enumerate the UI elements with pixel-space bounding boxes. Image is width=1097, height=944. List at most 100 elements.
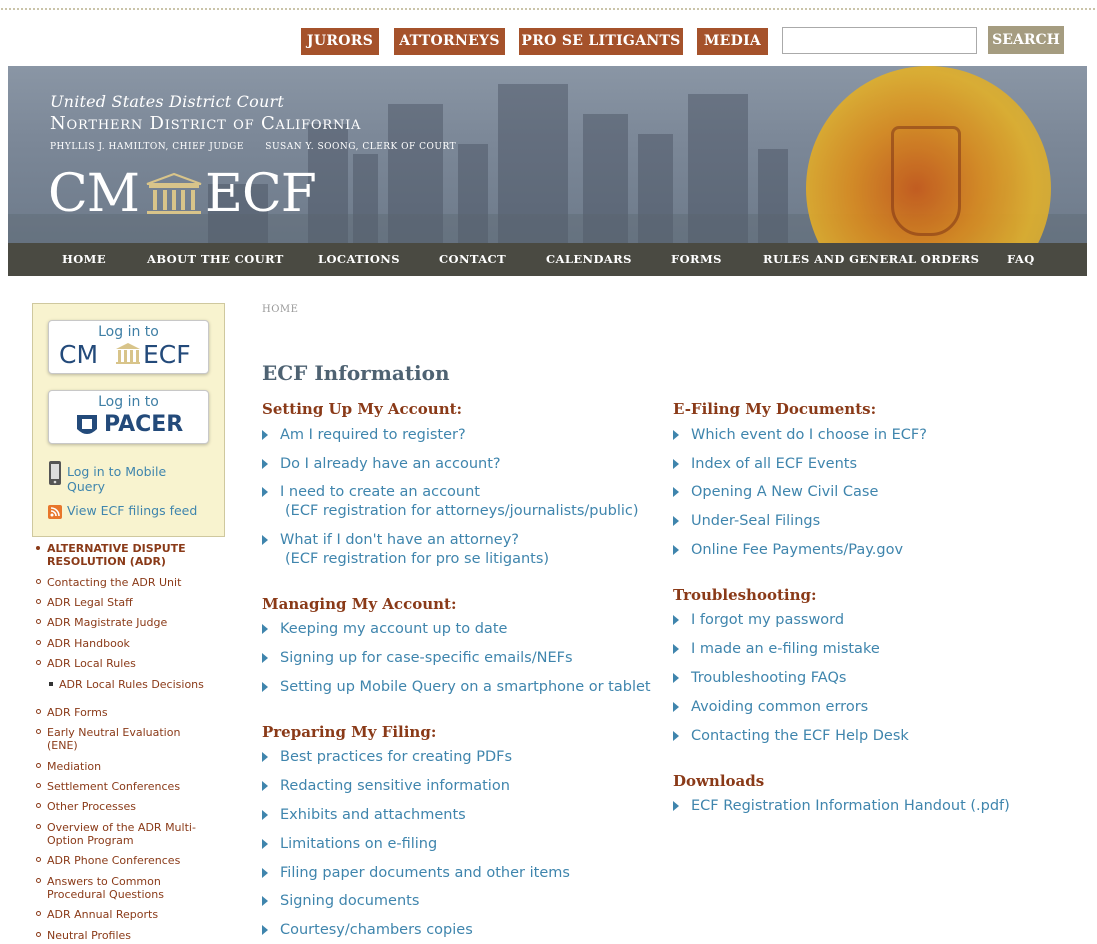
nav-about-the-court[interactable]: ABOUT THE COURT bbox=[147, 243, 284, 276]
sidebar-item-settlement-conferences[interactable]: Settlement Conferences bbox=[47, 780, 180, 794]
sidebar-item-other-processes[interactable]: Other Processes bbox=[47, 800, 136, 814]
media-button[interactable]: MEDIA bbox=[697, 28, 768, 55]
nav-faq[interactable]: FAQ bbox=[1007, 243, 1035, 276]
link-limitations[interactable]: Limitations on e-filing bbox=[262, 835, 437, 854]
link-already-have-account[interactable]: Do I already have an account? bbox=[262, 455, 501, 474]
court-seal-image: UNITED STATES DISTRICT COURT · NORTHERN … bbox=[806, 66, 1051, 244]
link-signing-up-emails[interactable]: Signing up for case-specific emails/NEFs bbox=[262, 649, 573, 668]
bullet-icon bbox=[36, 932, 41, 937]
link-opening-civil-case[interactable]: Opening A New Civil Case bbox=[673, 483, 878, 502]
sidebar-item-ene-cont[interactable]: (ENE) bbox=[47, 739, 78, 753]
link-keeping-account[interactable]: Keeping my account up to date bbox=[262, 620, 507, 639]
pro-se-litigants-button[interactable]: PRO SE LITIGANTS bbox=[519, 28, 683, 55]
sidebar-item-adr-local-rules[interactable]: ADR Local Rules bbox=[47, 657, 136, 671]
link-efiling-mistake[interactable]: I made an e-filing mistake bbox=[673, 640, 880, 659]
bullet-icon bbox=[36, 857, 41, 862]
sidebar-item-answers-cont[interactable]: Procedural Questions bbox=[47, 888, 164, 902]
triangle-bullet-icon bbox=[262, 810, 268, 820]
triangle-bullet-icon bbox=[262, 487, 268, 497]
link-forgot-password[interactable]: I forgot my password bbox=[673, 611, 844, 630]
nav-locations[interactable]: LOCATIONS bbox=[318, 243, 400, 276]
cmecf-login-button[interactable]: Log in to CM ECF bbox=[48, 320, 209, 374]
triangle-bullet-icon bbox=[673, 644, 679, 654]
pacer-login-label: Log in to bbox=[98, 394, 159, 410]
link-which-event[interactable]: Which event do I choose in ECF? bbox=[673, 426, 927, 445]
court-name: United States District Court bbox=[50, 92, 284, 111]
link-filing-paper[interactable]: Filing paper documents and other items bbox=[262, 864, 570, 883]
cmecf-mini-logo: CM ECF bbox=[59, 340, 191, 369]
mobile-phone-icon bbox=[49, 461, 61, 485]
pacer-logo: PACER bbox=[49, 410, 208, 440]
triangle-bullet-icon bbox=[673, 702, 679, 712]
bullet-icon bbox=[36, 709, 41, 714]
sidebar-item-adr[interactable]: ALTERNATIVE DISPUTE bbox=[47, 542, 186, 556]
triangle-bullet-icon bbox=[262, 925, 268, 935]
nav-forms[interactable]: FORMS bbox=[671, 243, 722, 276]
mobile-query-link[interactable]: Log in to Mobile Query bbox=[67, 464, 166, 494]
pacer-login-button[interactable]: Log in to PACER bbox=[48, 390, 209, 444]
triangle-bullet-icon bbox=[673, 801, 679, 811]
sidebar-item-adr-forms[interactable]: ADR Forms bbox=[47, 706, 108, 720]
search-button[interactable]: SEARCH bbox=[988, 26, 1064, 54]
sidebar-item-adr-handbook[interactable]: ADR Handbook bbox=[47, 637, 130, 651]
sidebar-item-adr-magistrate-judge[interactable]: ADR Magistrate Judge bbox=[47, 616, 167, 630]
link-best-practices-pdfs[interactable]: Best practices for creating PDFs bbox=[262, 748, 512, 767]
sidebar-item-adr-local-rules-decisions[interactable]: ADR Local Rules Decisions bbox=[59, 678, 204, 692]
nav-calendars[interactable]: CALENDARS bbox=[546, 243, 632, 276]
seal-text: UNITED STATES DISTRICT COURT · NORTHERN … bbox=[826, 66, 868, 166]
link-courtesy-copies[interactable]: Courtesy/chambers copies bbox=[262, 921, 473, 940]
triangle-bullet-icon bbox=[262, 624, 268, 634]
section-heading-managing: Managing My Account: bbox=[262, 595, 457, 613]
nav-contact[interactable]: CONTACT bbox=[439, 243, 506, 276]
triangle-bullet-icon bbox=[262, 653, 268, 663]
link-exhibits[interactable]: Exhibits and attachments bbox=[262, 806, 466, 825]
sidebar-item-answers[interactable]: Answers to Common bbox=[47, 875, 161, 889]
triangle-bullet-icon bbox=[673, 459, 679, 469]
section-heading-preparing: Preparing My Filing: bbox=[262, 723, 437, 741]
sidebar-item-mediation[interactable]: Mediation bbox=[47, 760, 101, 774]
nav-home[interactable]: HOME bbox=[62, 243, 106, 276]
bullet-icon bbox=[36, 619, 41, 624]
sidebar-item-adr-legal-staff[interactable]: ADR Legal Staff bbox=[47, 596, 133, 610]
link-under-seal[interactable]: Under-Seal Filings bbox=[673, 512, 820, 531]
section-heading-downloads: Downloads bbox=[673, 772, 765, 790]
link-signing-documents[interactable]: Signing documents bbox=[262, 892, 419, 911]
sidebar-item-adr-overview[interactable]: Overview of the ADR Multi- bbox=[47, 821, 196, 835]
courthouse-icon bbox=[146, 172, 202, 214]
link-index-events[interactable]: Index of all ECF Events bbox=[673, 455, 857, 474]
sidebar-item-contacting-adr-unit[interactable]: Contacting the ADR Unit bbox=[47, 576, 181, 590]
sidebar-item-adr-phone-conferences[interactable]: ADR Phone Conferences bbox=[47, 854, 180, 868]
link-help-desk[interactable]: Contacting the ECF Help Desk bbox=[673, 727, 909, 746]
link-fee-payments[interactable]: Online Fee Payments/Pay.gov bbox=[673, 541, 903, 560]
triangle-bullet-icon bbox=[262, 781, 268, 791]
attorneys-button[interactable]: ATTORNEYS bbox=[394, 28, 505, 55]
bullet-icon bbox=[36, 878, 41, 883]
breadcrumb[interactable]: HOME bbox=[262, 304, 298, 315]
link-redacting[interactable]: Redacting sensitive information bbox=[262, 777, 510, 796]
jurors-button[interactable]: JURORS bbox=[301, 28, 379, 55]
ecf-filings-feed-link[interactable]: View ECF filings feed bbox=[67, 503, 197, 518]
sidebar-item-adr-cont[interactable]: RESOLUTION (ADR) bbox=[47, 555, 166, 569]
bullet-icon bbox=[36, 546, 40, 550]
bullet-icon bbox=[36, 911, 41, 916]
sidebar-item-adr-annual-reports[interactable]: ADR Annual Reports bbox=[47, 908, 158, 922]
login-box: Log in to CM ECF Log in to PACER Log in … bbox=[32, 303, 225, 537]
link-mobile-query-setup[interactable]: Setting up Mobile Query on a smartphone … bbox=[262, 678, 651, 697]
link-no-attorney[interactable]: What if I don't have an attorney? (ECF re… bbox=[262, 531, 549, 569]
link-registration-handout[interactable]: ECF Registration Information Handout (.p… bbox=[673, 797, 1010, 816]
search-input[interactable] bbox=[782, 27, 977, 54]
bullet-icon bbox=[36, 660, 41, 665]
sidebar-item-neutral-profiles[interactable]: Neutral Profiles bbox=[47, 929, 131, 943]
link-required-to-register[interactable]: Am I required to register? bbox=[262, 426, 466, 445]
bullet-icon bbox=[36, 640, 41, 645]
link-create-account[interactable]: I need to create an account (ECF registra… bbox=[262, 483, 639, 521]
main-nav: HOME ABOUT THE COURT LOCATIONS CONTACT C… bbox=[8, 243, 1087, 276]
bullet-icon bbox=[36, 803, 41, 808]
sidebar-item-ene[interactable]: Early Neutral Evaluation bbox=[47, 726, 180, 740]
sidebar-item-adr-overview-cont[interactable]: Option Program bbox=[47, 834, 134, 848]
bullet-icon bbox=[36, 729, 41, 734]
link-troubleshooting-faqs[interactable]: Troubleshooting FAQs bbox=[673, 669, 846, 688]
triangle-bullet-icon bbox=[262, 535, 268, 545]
nav-rules-and-general-orders[interactable]: RULES AND GENERAL ORDERS bbox=[763, 243, 979, 276]
link-avoiding-errors[interactable]: Avoiding common errors bbox=[673, 698, 868, 717]
